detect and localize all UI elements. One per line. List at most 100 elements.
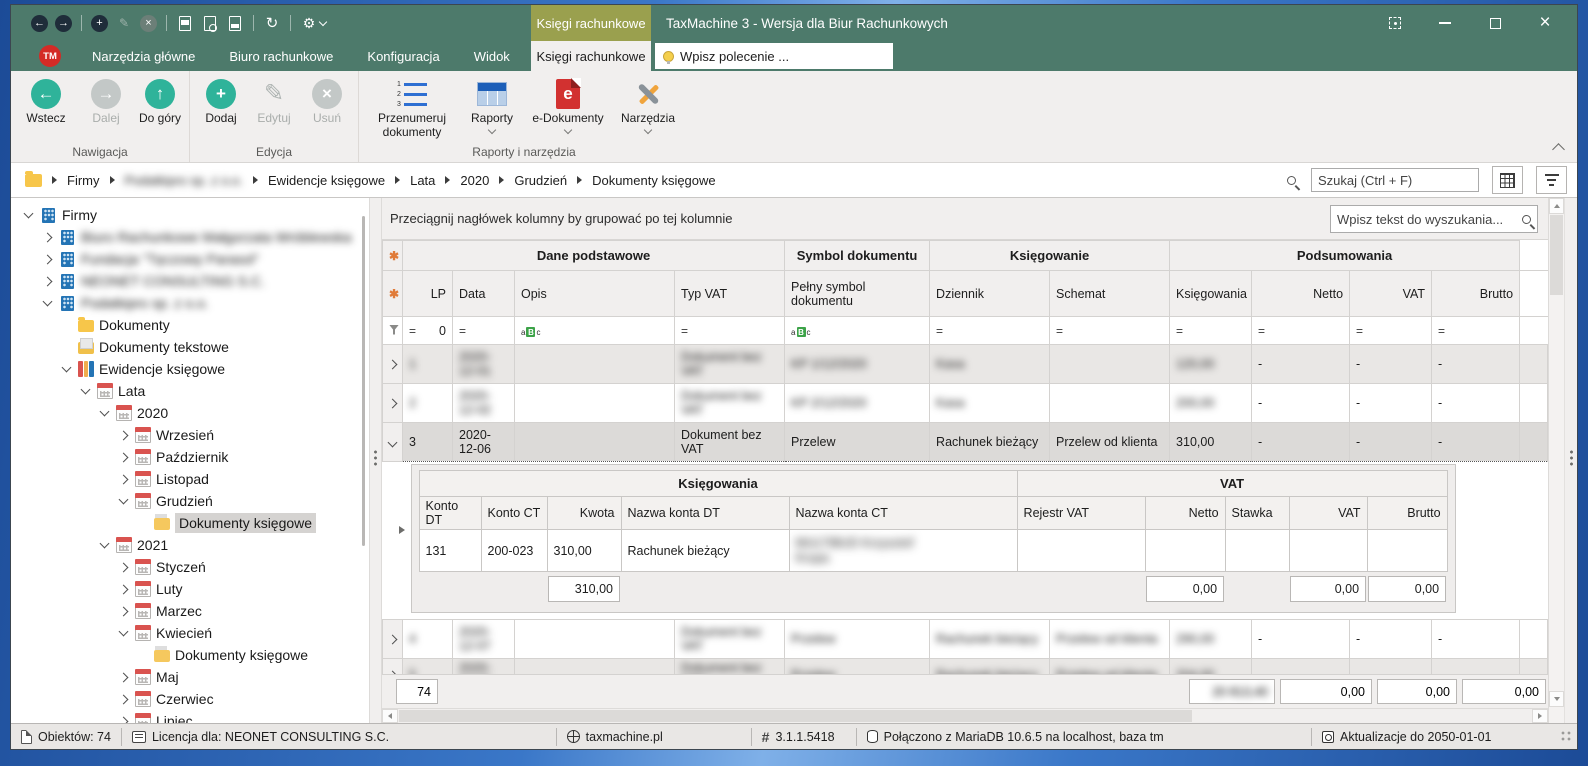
tools-button[interactable]: Narzędzia: [613, 77, 683, 133]
column-header-pelny-symbol[interactable]: Pełny symbol dokumentu: [785, 271, 930, 317]
band-podsumowania[interactable]: Podsumowania: [1170, 241, 1520, 271]
detail-column-nazwa-ct[interactable]: Nazwa konta CT: [789, 497, 1017, 530]
chevron-down-icon[interactable]: [81, 385, 91, 395]
pdf-icon[interactable]: [226, 14, 244, 32]
edocuments-button[interactable]: e e-Dokumenty: [525, 77, 611, 133]
group-by-bar[interactable]: Przeciągnij nagłówek kolumny by grupować…: [382, 198, 1548, 240]
tree-item-firmy[interactable]: Firmy: [11, 204, 369, 226]
filter-dziennik[interactable]: =: [930, 317, 1050, 345]
tree-item-dokumenty-tekstowe[interactable]: Dokumenty tekstowe: [11, 336, 369, 358]
tree-item-dokumenty[interactable]: Dokumenty: [11, 314, 369, 336]
tree-item-marzec[interactable]: Marzec: [11, 600, 369, 622]
filter-lp[interactable]: =0: [403, 317, 453, 345]
chevron-right-icon[interactable]: [119, 606, 129, 616]
detail-column-konto-dt[interactable]: Konto DT: [419, 497, 481, 530]
tree-item-2021[interactable]: 2021: [11, 534, 369, 556]
right-panel-splitter[interactable]: [1564, 198, 1577, 723]
band-ksiegowanie[interactable]: Księgowanie: [930, 241, 1170, 271]
tree-item-company[interactable]: Biuro Rachunkowe Małgorzata Wróblewska: [11, 226, 369, 248]
column-header-lp[interactable]: LP: [403, 271, 453, 317]
tree-item-company[interactable]: Podatkipro sp. z o.o.: [11, 292, 369, 314]
add-icon[interactable]: +: [91, 15, 108, 32]
filter-schemat[interactable]: =: [1050, 317, 1170, 345]
maximize-button[interactable]: [1473, 8, 1517, 38]
filter-data[interactable]: =: [453, 317, 515, 345]
row-expander[interactable]: [383, 384, 403, 423]
focus-mode-button[interactable]: [1373, 8, 1417, 38]
detail-column-stawka[interactable]: Stawka: [1225, 497, 1289, 530]
breadcrumb-item-ewidencje[interactable]: Ewidencje księgowe: [268, 173, 385, 188]
detail-column-kwota[interactable]: Kwota: [547, 497, 621, 530]
filter-vat[interactable]: =: [1350, 317, 1432, 345]
chevron-right-icon[interactable]: [119, 430, 129, 440]
filter-pelny-symbol[interactable]: aBc: [785, 317, 930, 345]
vertical-scrollbar[interactable]: [1548, 198, 1564, 723]
filter-indicator-cell[interactable]: [383, 317, 403, 345]
chevron-down-icon[interactable]: [119, 495, 129, 505]
grid-search[interactable]: [1330, 205, 1538, 233]
chevron-down-icon[interactable]: [119, 627, 129, 637]
up-button[interactable]: ↑ Do góry: [137, 77, 183, 126]
tree-item-lata[interactable]: Lata: [11, 380, 369, 402]
tree-item-pazdziernik[interactable]: Październik: [11, 446, 369, 468]
column-header-data[interactable]: Data: [453, 271, 515, 317]
band-symbol-dokumentu[interactable]: Symbol dokumentu: [785, 241, 930, 271]
status-website[interactable]: taxmachine.pl: [556, 728, 751, 746]
chevron-right-icon[interactable]: [43, 232, 53, 242]
detail-column-vat[interactable]: VAT: [1289, 497, 1367, 530]
forward-icon[interactable]: →: [55, 15, 72, 32]
vertical-scroll-thumb[interactable]: [1550, 215, 1563, 295]
filter-menu-button[interactable]: [1536, 166, 1567, 194]
column-header-opis[interactable]: Opis: [515, 271, 675, 317]
tree-item-company[interactable]: Fundacja "Tęczowy Parasol": [11, 248, 369, 270]
table-row[interactable]: 1 2020-12-01 Dokument bez VAT KP 1/12/20…: [383, 345, 1548, 384]
reports-button[interactable]: Raporty: [461, 77, 523, 133]
breadcrumb-item-dokumenty[interactable]: Dokumenty księgowe: [592, 173, 716, 188]
tree-item-dokumenty-ksiegowe[interactable]: Dokumenty księgowe: [11, 644, 369, 666]
command-search[interactable]: [655, 43, 893, 69]
minimize-button[interactable]: [1423, 8, 1467, 38]
detail-column-brutto[interactable]: Brutto: [1367, 497, 1447, 530]
breadcrumb-item-firmy[interactable]: Firmy: [67, 173, 100, 188]
column-header-brutto[interactable]: Brutto: [1432, 271, 1520, 317]
tree-item-lipiec[interactable]: Lipiec: [11, 710, 369, 723]
chevron-right-icon[interactable]: [119, 474, 129, 484]
search-input[interactable]: [1311, 168, 1479, 192]
detail-data-row[interactable]: 131 200-023 310,00 Rachunek bieżący MULT…: [419, 530, 1447, 572]
chevron-right-icon[interactable]: [119, 584, 129, 594]
tree-item-styczen[interactable]: Styczeń: [11, 556, 369, 578]
filter-ksiegowania[interactable]: =: [1170, 317, 1252, 345]
horizontal-scroll-thumb[interactable]: [399, 710, 1192, 722]
chevron-right-icon[interactable]: [119, 672, 129, 682]
column-header-typ-vat[interactable]: Typ VAT: [675, 271, 785, 317]
tree-item-ewidencje[interactable]: Ewidencje księgowe: [11, 358, 369, 380]
row-expander-expanded[interactable]: [383, 423, 403, 462]
close-button[interactable]: ×: [1523, 8, 1567, 38]
tree-splitter[interactable]: [369, 198, 381, 723]
tree-item-kwiecien[interactable]: Kwiecień: [11, 622, 369, 644]
print-icon[interactable]: [176, 14, 194, 32]
column-header-vat[interactable]: VAT: [1350, 271, 1432, 317]
tree-scrollbar[interactable]: [362, 216, 365, 546]
horizontal-scrollbar[interactable]: [382, 708, 1548, 723]
table-row[interactable]: 2 2020-12-02 Dokument bez VAT KP 2/12/20…: [383, 384, 1548, 423]
band-dane-podstawowe[interactable]: Dane podstawowe: [403, 241, 785, 271]
resize-grip[interactable]: [1561, 731, 1573, 743]
chevron-down-icon[interactable]: [43, 297, 53, 307]
scroll-up-button[interactable]: [1549, 198, 1564, 214]
collapse-ribbon-button[interactable]: [1552, 143, 1565, 156]
table-row[interactable]: 5 2020-12-07 Dokument bez VAT Przelew Ra…: [383, 658, 1548, 674]
back-icon[interactable]: ←: [31, 15, 48, 32]
chevron-right-icon[interactable]: [119, 716, 129, 723]
renumber-documents-button[interactable]: 123 Przenumeruj dokumenty: [365, 77, 459, 140]
detail-column-konto-ct[interactable]: Konto CT: [481, 497, 547, 530]
detail-column-netto[interactable]: Netto: [1145, 497, 1225, 530]
tree-item-grudzien[interactable]: Grudzień: [11, 490, 369, 512]
tree-item-czerwiec[interactable]: Czerwiec: [11, 688, 369, 710]
chevron-down-icon[interactable]: [100, 407, 110, 417]
chevron-right-icon[interactable]: [43, 254, 53, 264]
column-header-schemat[interactable]: Schemat: [1050, 271, 1170, 317]
tab-ksiegi-rachunkowe-active[interactable]: Księgi rachunkowe: [531, 41, 651, 71]
tab-narzedzia-glowne[interactable]: Narzędzia główne: [75, 41, 212, 71]
chevron-right-icon[interactable]: [119, 452, 129, 462]
